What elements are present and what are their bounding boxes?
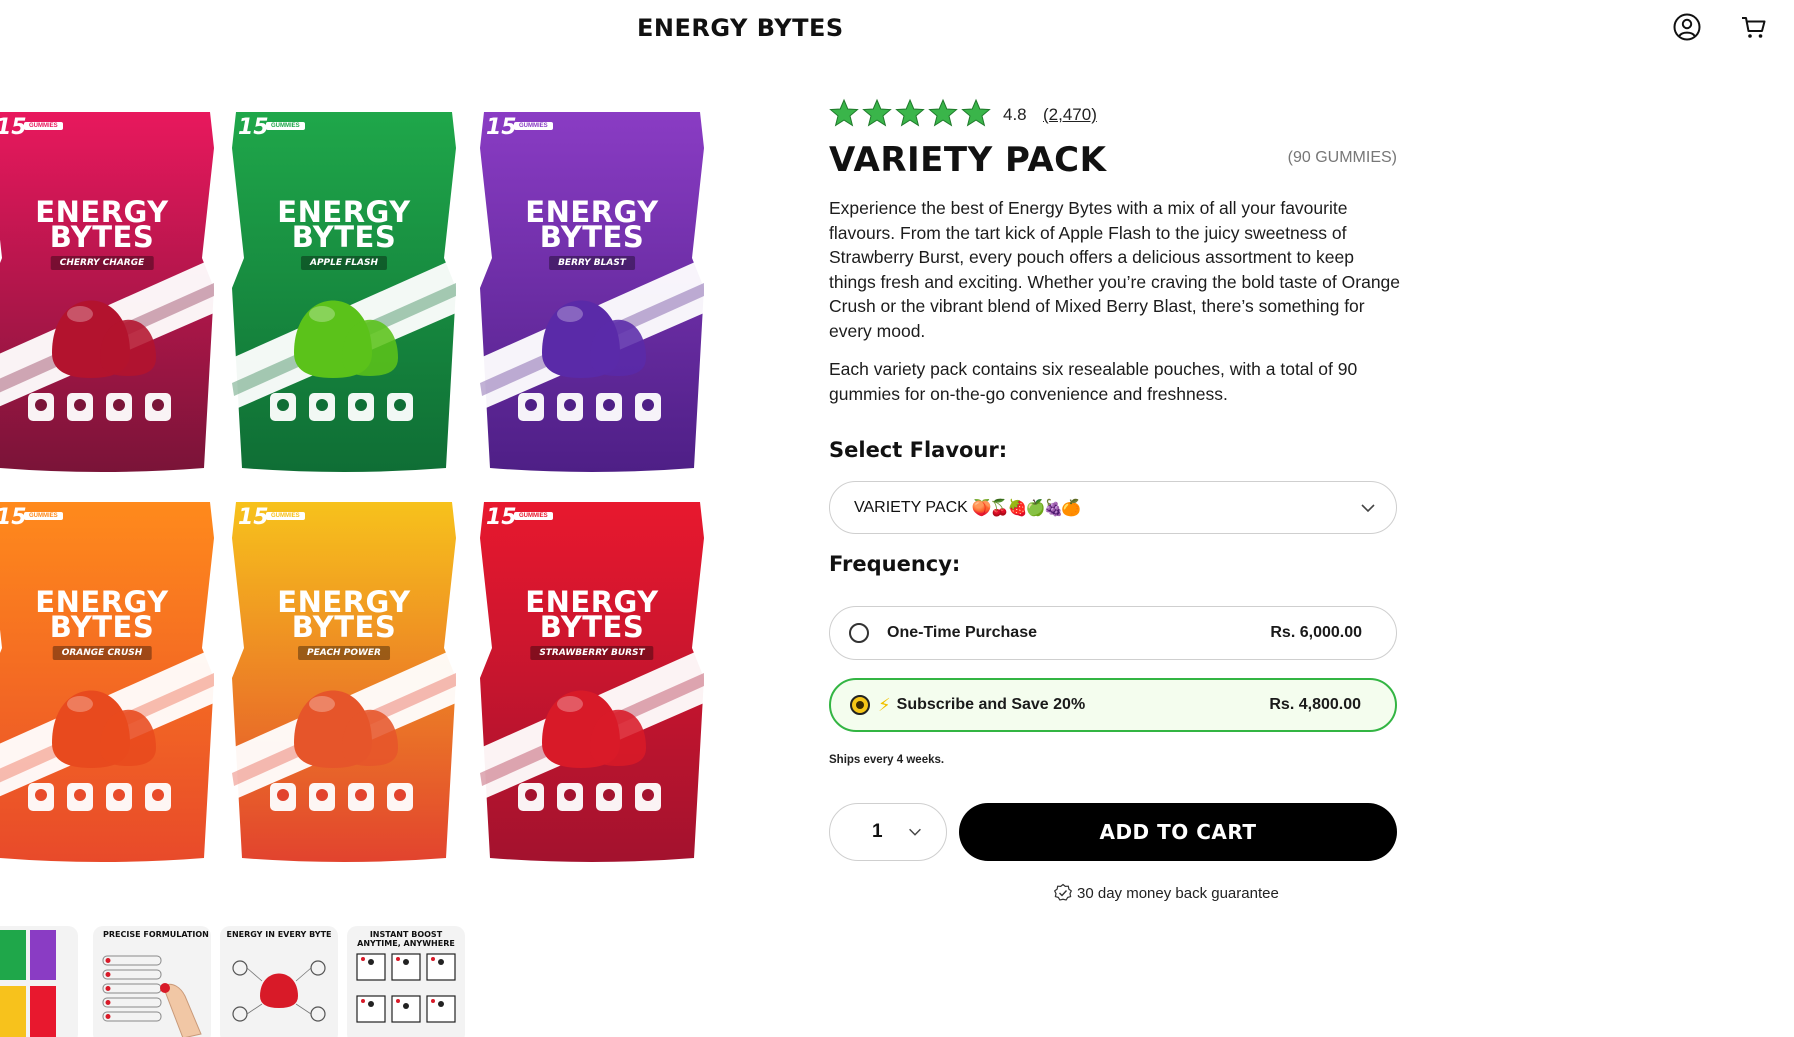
pouch-count: 15 [238,115,269,140]
pouch-graphic [0,112,214,472]
product-gallery: 15GUMMIESENERGYBYTESCHERRY CHARGE15GUMMI… [0,108,735,880]
option-price: Rs. 4,800.00 [1269,696,1361,713]
pouch-brand: ENERGY BYTES [478,198,706,254]
pouch-graphic [480,502,704,862]
quantity-select[interactable]: 1 [829,803,947,861]
pouch-count: 15 [0,505,27,530]
thumbnail-boost[interactable]: INSTANT BOOST ANYTIME, ANYWHERE [347,926,465,1037]
pouch-count: 15 [486,115,517,140]
pouch-brand: ENERGY BYTES [0,198,216,254]
chevron-down-icon [1361,504,1375,513]
guarantee-note: 30 day money back guarantee [1053,883,1279,903]
star-icon [961,98,991,127]
product-pouch-image: 15 GUMMIES ENERGY BYTES PEACH POWER [230,498,458,870]
pouch-brand-line: BYTES [539,220,645,254]
option-label: One-Time Purchase [887,624,1037,641]
rating-stars [829,98,991,128]
ships-note: Ships every 4 weeks. [829,754,945,766]
flavour-label: Select Flavour: [829,438,1008,462]
pouch-count-label: GUMMIES [24,122,63,130]
pouch-count-label: GUMMIES [24,512,63,520]
user-circle-icon[interactable] [1672,12,1702,42]
product-pouch-image: 15GUMMIES ENERGYBYTES CHERRY CHARGE [0,108,216,480]
reviews-link[interactable]: (2,470) [1043,105,1097,125]
thumbnail-variety[interactable] [0,926,78,1037]
pouch-brand-line: BYTES [49,220,155,254]
pouch-count-label: GUMMIES [266,512,305,520]
flavour-select[interactable]: VARIETY PACK 🍑🍒🍓🍏🍇🍊 [829,481,1397,534]
product-pouch-image: 15 GUMMIES ENERGY BYTES BERRY BLAST [478,108,706,480]
add-to-cart-button[interactable]: ADD TO CART [959,803,1397,861]
pouch-brand-line: BYTES [539,610,645,644]
pouch-flavour: BERRY BLAST [549,256,635,270]
description-paragraph: Experience the best of Energy Bytes with… [829,198,1401,341]
frequency-label: Frequency: [829,552,961,576]
thumbnail-formulation[interactable]: PRECISE FORMULATION [93,926,211,1037]
thumbnail-strip: PRECISE FORMULATION ENERGY IN EVERY BYTE… [0,926,480,1037]
pouch-count-label: GUMMIES [514,122,553,130]
chevron-down-icon [909,828,921,836]
pouch-flavour: STRAWBERRY BURST [530,646,654,660]
cart-icon[interactable] [1739,12,1769,42]
description-paragraph: Each variety pack contains six resealabl… [829,359,1358,404]
quantity-value: 1 [872,821,883,842]
flavour-select-value: VARIETY PACK [854,498,968,516]
option-price: Rs. 6,000.00 [1270,624,1362,641]
guarantee-text: 30 day money back guarantee [1077,884,1279,902]
product-title: VARIETY PACK [829,140,1107,180]
product-pouch-image: 15 GUMMIES ENERGY BYTES STRAWBERRY BURST [478,498,706,870]
product-pouch-image: 15GUMMIES ENERGYBYTES ORANGE CRUSH [0,498,216,870]
pouch-flavour: CHERRY CHARGE [50,256,154,270]
pouch-brand: ENERGY BYTES [478,588,706,644]
pouch-count-label: GUMMIES [514,512,553,520]
thumbnail-energy[interactable]: ENERGY IN EVERY BYTE [220,926,338,1037]
option-label: Subscribe and Save 20% [896,696,1086,713]
pouch-flavour: APPLE FLASH [300,256,388,270]
pouch-brand: ENERGY BYTES [0,588,216,644]
star-icon [862,98,892,127]
star-icon [928,98,958,127]
pouch-count-label: GUMMIES [266,122,305,130]
pouch-graphic [232,502,456,862]
rating-value: 4.8 [1003,105,1027,124]
pouch-count: 15 [238,505,269,530]
pouch-flavour: PEACH POWER [298,646,390,660]
brand-logo[interactable]: ENERGY BYTES [637,14,844,42]
gummies-count: (90 GUMMIES) [1287,149,1397,166]
product-description: Experience the best of Energy Bytes with… [829,196,1403,420]
radio-unselected[interactable] [849,623,869,643]
pouch-graphic [0,502,214,862]
radio-selected[interactable] [850,695,870,715]
pouch-brand: ENERGY BYTES [230,198,458,254]
pouch-brand-line: BYTES [49,610,155,644]
pouch-brand-line: BYTES [291,220,397,254]
one-time-purchase-option[interactable]: One-Time Purchase Rs. 6,000.00 [829,606,1397,660]
lightning-icon: ⚡ [878,694,891,715]
star-icon [895,98,925,127]
badge-check-icon [1053,883,1073,901]
pouch-graphic [480,112,704,472]
pouch-flavour: ORANGE CRUSH [52,646,152,660]
pouch-brand-line: BYTES [291,610,397,644]
fruit-emoji-icons: 🍑🍒🍓🍏🍇🍊 [971,499,1082,517]
star-icon [829,98,859,127]
pouch-count: 15 [0,115,27,140]
subscribe-save-option[interactable]: ⚡ Subscribe and Save 20% Rs. 4,800.00 [829,678,1397,732]
pouch-count: 15 [486,505,517,530]
pouch-brand: ENERGY BYTES [230,588,458,644]
product-pouch-image: 15 GUMMIES ENERGY BYTES APPLE FLASH [230,108,458,480]
pouch-graphic [232,112,456,472]
